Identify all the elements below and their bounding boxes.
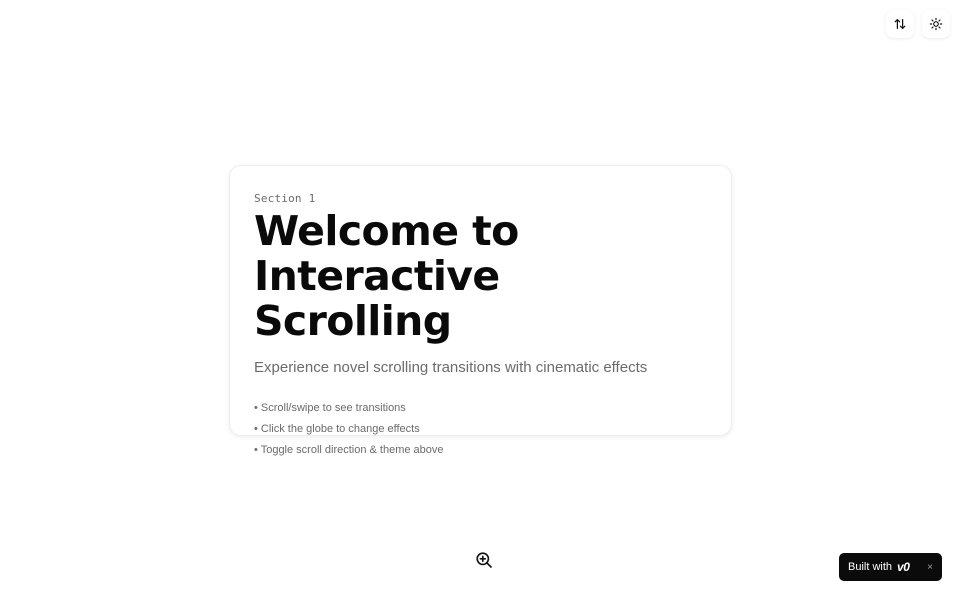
instructions-list: • Scroll/swipe to see transitions • Clic… xyxy=(254,402,707,457)
sun-icon xyxy=(929,17,943,31)
page-title: Welcome to Interactive Scrolling xyxy=(254,209,707,344)
zoom-in-icon xyxy=(476,552,492,568)
top-controls xyxy=(886,10,950,38)
section-label: Section 1 xyxy=(254,192,316,205)
subtitle: Experience novel scrolling transitions w… xyxy=(254,359,648,376)
list-item: • Click the globe to change effects xyxy=(254,423,420,435)
headline-line-2: Interactive Scrolling xyxy=(254,252,500,345)
arrows-up-down-icon xyxy=(894,19,906,29)
built-with-badge[interactable]: Built with v0 × xyxy=(839,553,942,581)
scroll-direction-toggle[interactable] xyxy=(886,10,914,38)
zoom-button[interactable] xyxy=(474,550,494,570)
welcome-card: Section 1 Welcome to Interactive Scrolli… xyxy=(229,165,732,456)
list-item: • Toggle scroll direction & theme above xyxy=(254,444,444,456)
close-icon[interactable]: × xyxy=(927,562,933,573)
page: Section 1 Welcome to Interactive Scrolli… xyxy=(0,0,960,600)
badge-label: Built with xyxy=(848,561,893,573)
headline-line-1: Welcome to xyxy=(254,207,519,255)
list-item: • Scroll/swipe to see transitions xyxy=(254,402,406,414)
v0-logo: v0 xyxy=(897,560,910,574)
theme-toggle[interactable] xyxy=(922,10,950,38)
